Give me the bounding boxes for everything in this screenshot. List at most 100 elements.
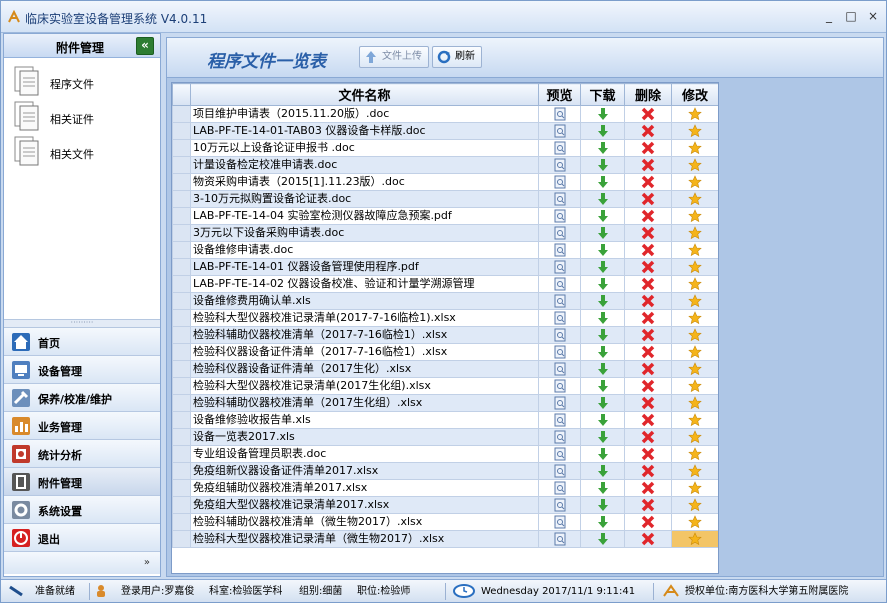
download-button[interactable] bbox=[580, 428, 625, 446]
delete-button[interactable] bbox=[624, 377, 672, 395]
column-header-preview[interactable]: 预览 bbox=[538, 83, 581, 106]
file-name-cell[interactable]: 免疫组新仪器设备证件清单2017.xlsx bbox=[190, 462, 539, 480]
row-gutter[interactable] bbox=[172, 173, 191, 191]
download-button[interactable] bbox=[580, 241, 625, 259]
download-button[interactable] bbox=[580, 156, 625, 174]
row-gutter[interactable] bbox=[172, 105, 191, 123]
table-row[interactable]: 设备一览表2017.xls bbox=[172, 428, 718, 446]
edit-button[interactable] bbox=[671, 360, 718, 378]
file-name-cell[interactable]: 免疫组大型仪器校准记录清单2017.xlsx bbox=[190, 496, 539, 514]
edit-button[interactable] bbox=[671, 122, 718, 140]
preview-button[interactable] bbox=[538, 530, 581, 548]
nav-item-attachment[interactable]: 附件管理 bbox=[4, 468, 160, 496]
delete-button[interactable] bbox=[624, 190, 672, 208]
attachment-item-procedures[interactable]: 程序文件 bbox=[12, 66, 152, 100]
download-button[interactable] bbox=[580, 105, 625, 123]
table-row[interactable]: 项目维护申请表（2015.11.20版）.doc bbox=[172, 105, 718, 123]
preview-button[interactable] bbox=[538, 122, 581, 140]
row-gutter[interactable] bbox=[172, 462, 191, 480]
sidebar-splitter[interactable]: ········· bbox=[4, 319, 160, 328]
collapse-sidebar-button[interactable]: « bbox=[136, 37, 154, 55]
preview-button[interactable] bbox=[538, 343, 581, 361]
file-name-cell[interactable]: LAB-PF-TE-14-04 实验室检测仪器故障应急预案.pdf bbox=[190, 207, 539, 225]
nav-item-statistics[interactable]: 统计分析 bbox=[4, 440, 160, 468]
row-gutter[interactable] bbox=[172, 513, 191, 531]
edit-button[interactable] bbox=[671, 224, 718, 242]
delete-button[interactable] bbox=[624, 139, 672, 157]
table-row[interactable]: LAB-PF-TE-14-01 仪器设备管理使用程序.pdf bbox=[172, 258, 718, 276]
table-row[interactable]: 设备维修费用确认单.xls bbox=[172, 292, 718, 310]
row-gutter[interactable] bbox=[172, 360, 191, 378]
row-gutter[interactable] bbox=[172, 258, 191, 276]
download-button[interactable] bbox=[580, 530, 625, 548]
delete-button[interactable] bbox=[624, 241, 672, 259]
delete-button[interactable] bbox=[624, 530, 672, 548]
row-gutter[interactable] bbox=[172, 394, 191, 412]
delete-button[interactable] bbox=[624, 275, 672, 293]
preview-button[interactable] bbox=[538, 326, 581, 344]
column-header-filename[interactable]: 文件名称 bbox=[190, 83, 539, 106]
table-row[interactable]: LAB-PF-TE-14-04 实验室检测仪器故障应急预案.pdf bbox=[172, 207, 718, 225]
table-row[interactable]: 检验科仪器设备证件清单（2017生化）.xlsx bbox=[172, 360, 718, 378]
row-gutter[interactable] bbox=[172, 139, 191, 157]
table-row[interactable]: 检验科大型仪器校准记录清单(2017生化组).xlsx bbox=[172, 377, 718, 395]
preview-button[interactable] bbox=[538, 479, 581, 497]
delete-button[interactable] bbox=[624, 411, 672, 429]
download-button[interactable] bbox=[580, 190, 625, 208]
table-row[interactable]: LAB-PF-TE-14-02 仪器设备校准、验证和计量学溯源管理 bbox=[172, 275, 718, 293]
edit-button[interactable] bbox=[671, 343, 718, 361]
file-name-cell[interactable]: 免疫组辅助仪器校准清单2017.xlsx bbox=[190, 479, 539, 497]
download-button[interactable] bbox=[580, 513, 625, 531]
file-name-cell[interactable]: 检验科仪器设备证件清单（2017生化）.xlsx bbox=[190, 360, 539, 378]
file-name-cell[interactable]: 10万元以上设备论证申报书 .doc bbox=[190, 139, 539, 157]
edit-button[interactable] bbox=[671, 292, 718, 310]
file-name-cell[interactable]: 设备维修验收报告单.xls bbox=[190, 411, 539, 429]
edit-button[interactable] bbox=[671, 530, 718, 548]
row-gutter[interactable] bbox=[172, 156, 191, 174]
preview-button[interactable] bbox=[538, 462, 581, 480]
table-row[interactable]: 检验科辅助仪器校准清单（2017-7-16临检1）.xlsx bbox=[172, 326, 718, 344]
delete-button[interactable] bbox=[624, 292, 672, 310]
download-button[interactable] bbox=[580, 394, 625, 412]
download-button[interactable] bbox=[580, 326, 625, 344]
table-row[interactable]: 计量设备检定校准申请表.doc bbox=[172, 156, 718, 174]
edit-button[interactable] bbox=[671, 275, 718, 293]
edit-button[interactable] bbox=[671, 394, 718, 412]
table-row[interactable]: 3-10万元拟购置设备论证表.doc bbox=[172, 190, 718, 208]
row-gutter[interactable] bbox=[172, 411, 191, 429]
column-header-delete[interactable]: 删除 bbox=[624, 83, 672, 106]
download-button[interactable] bbox=[580, 411, 625, 429]
preview-button[interactable] bbox=[538, 258, 581, 276]
edit-button[interactable] bbox=[671, 190, 718, 208]
edit-button[interactable] bbox=[671, 479, 718, 497]
preview-button[interactable] bbox=[538, 105, 581, 123]
delete-button[interactable] bbox=[624, 445, 672, 463]
download-button[interactable] bbox=[580, 275, 625, 293]
table-row[interactable]: 检验科大型仪器校准记录清单(2017-7-16临检1).xlsx bbox=[172, 309, 718, 327]
preview-button[interactable] bbox=[538, 513, 581, 531]
delete-button[interactable] bbox=[624, 479, 672, 497]
minimize-button[interactable]: _ bbox=[821, 8, 837, 24]
file-name-cell[interactable]: 专业组设备管理员职表.doc bbox=[190, 445, 539, 463]
download-button[interactable] bbox=[580, 462, 625, 480]
edit-button[interactable] bbox=[671, 241, 718, 259]
edit-button[interactable] bbox=[671, 445, 718, 463]
table-row[interactable]: 免疫组辅助仪器校准清单2017.xlsx bbox=[172, 479, 718, 497]
preview-button[interactable] bbox=[538, 241, 581, 259]
table-row[interactable]: 检验科辅助仪器校准清单（微生物2017）.xlsx bbox=[172, 513, 718, 531]
nav-item-home[interactable]: 首页 bbox=[4, 328, 160, 356]
delete-button[interactable] bbox=[624, 343, 672, 361]
nav-item-device[interactable]: 设备管理 bbox=[4, 356, 160, 384]
row-gutter[interactable] bbox=[172, 343, 191, 361]
delete-button[interactable] bbox=[624, 156, 672, 174]
file-name-cell[interactable]: 3-10万元拟购置设备论证表.doc bbox=[190, 190, 539, 208]
table-row[interactable]: 检验科仪器设备证件清单（2017-7-16临检1）.xlsx bbox=[172, 343, 718, 361]
nav-item-settings[interactable]: 系统设置 bbox=[4, 496, 160, 524]
preview-button[interactable] bbox=[538, 292, 581, 310]
download-button[interactable] bbox=[580, 479, 625, 497]
row-gutter[interactable] bbox=[172, 496, 191, 514]
preview-button[interactable] bbox=[538, 377, 581, 395]
download-button[interactable] bbox=[580, 122, 625, 140]
file-name-cell[interactable]: 检验科大型仪器校准记录清单(2017生化组).xlsx bbox=[190, 377, 539, 395]
preview-button[interactable] bbox=[538, 394, 581, 412]
